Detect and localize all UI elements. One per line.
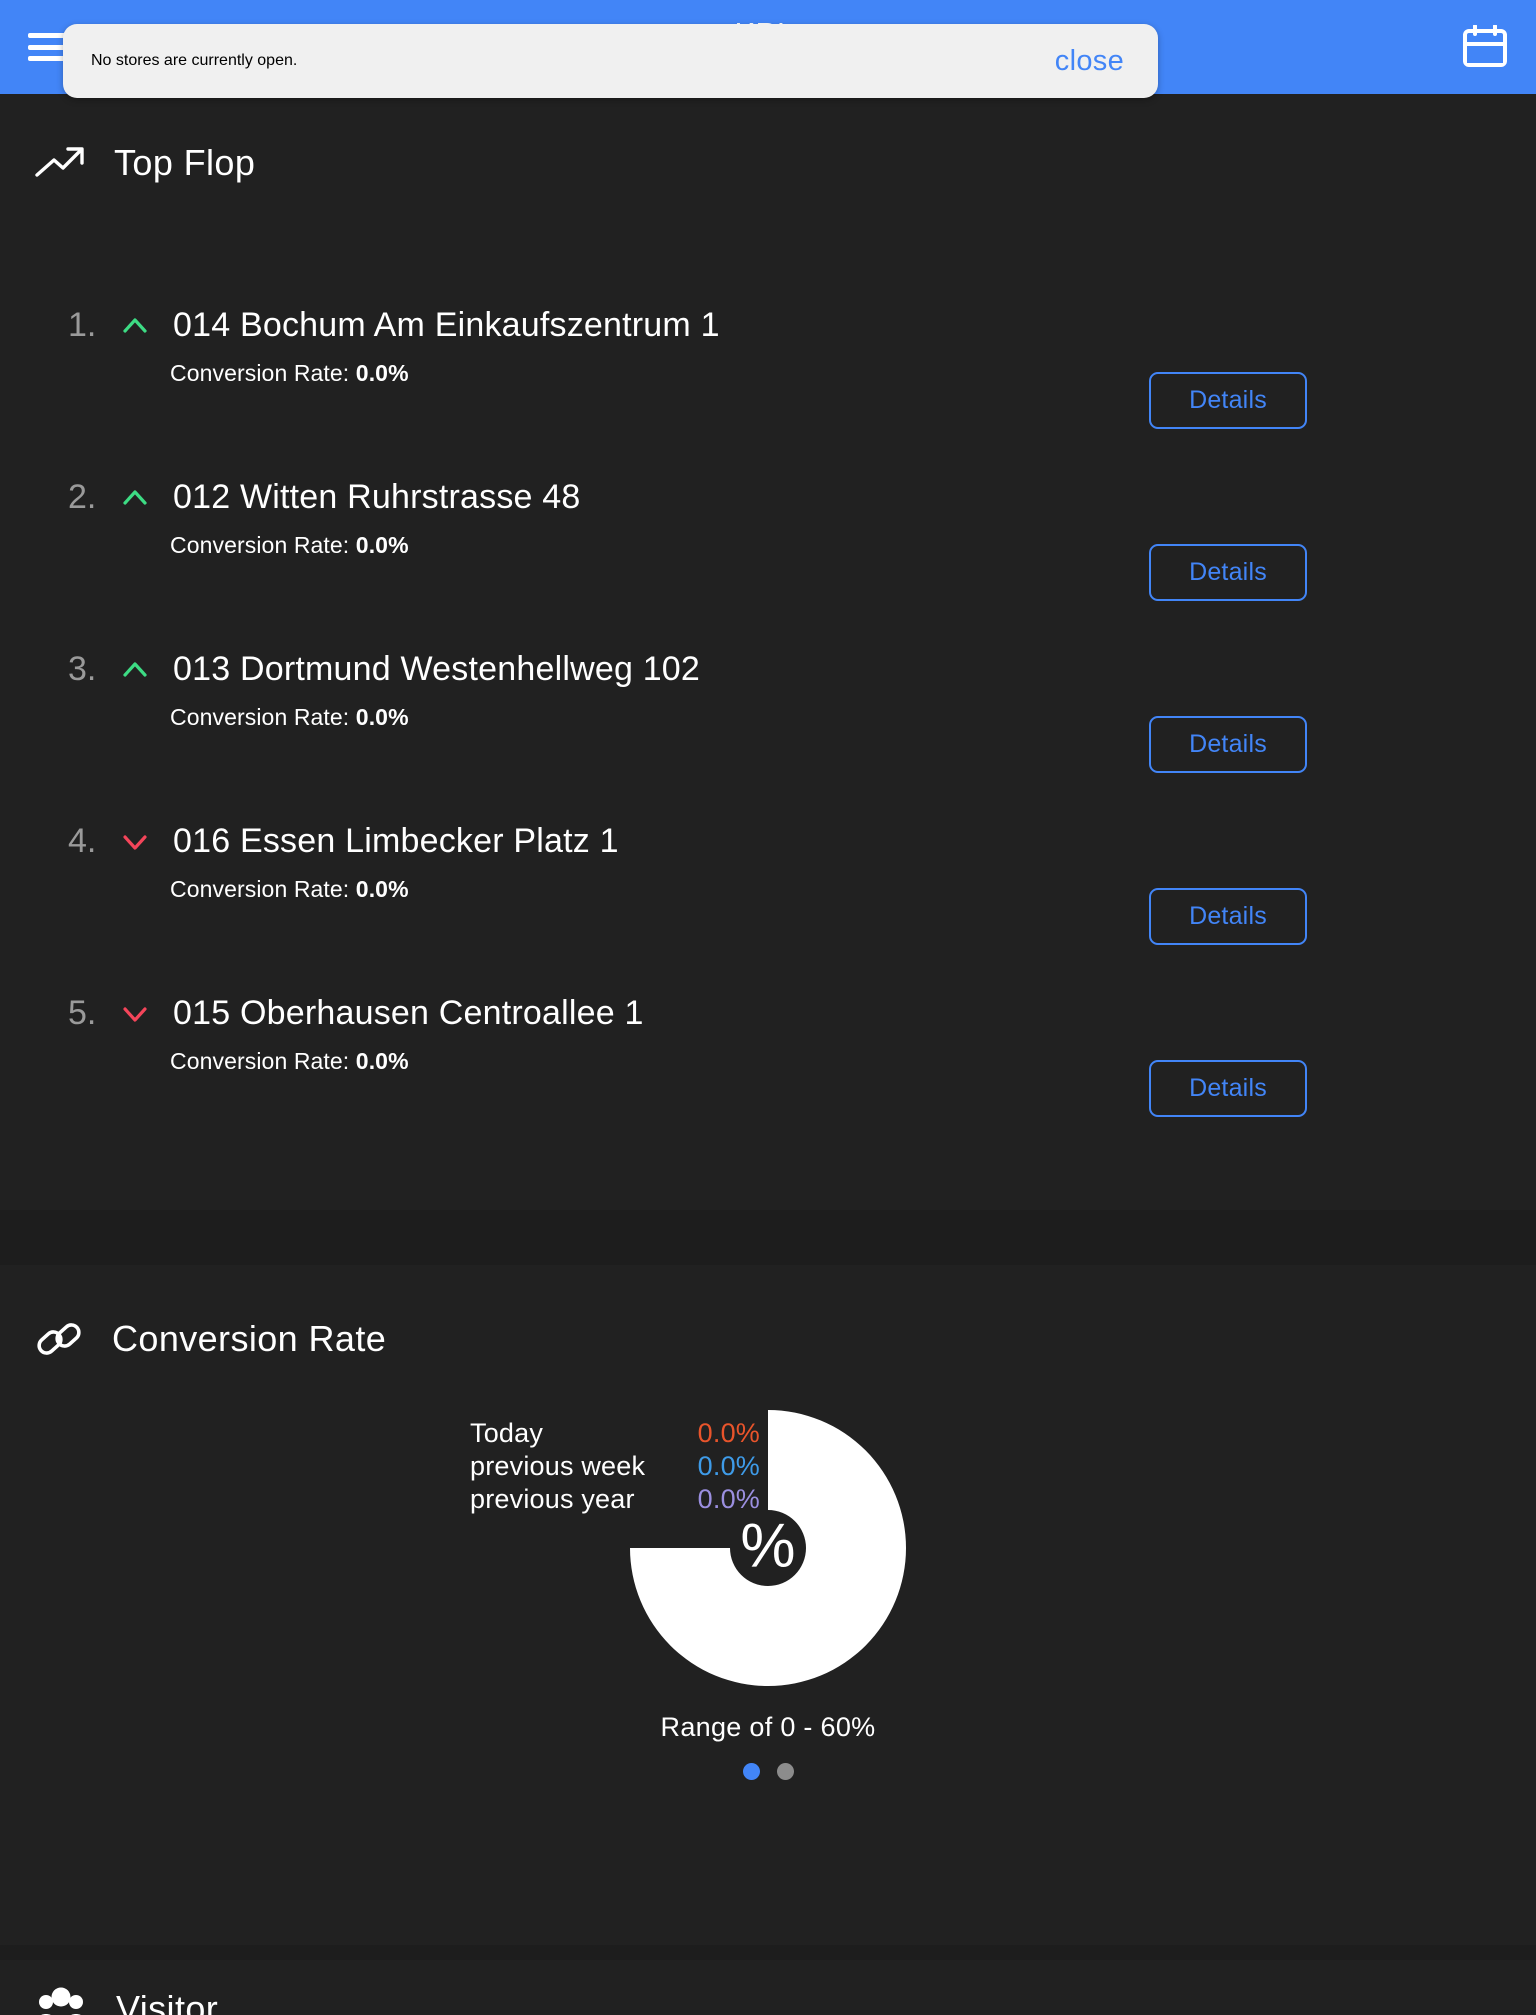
rank-number: 4. (68, 822, 97, 860)
top-flop-card: Top Flop 1. 014 Bochum Am Einkaufszentrum… (0, 94, 1536, 1210)
metric-label: Conversion Rate: (170, 1048, 356, 1074)
trend-down-chevron-icon (112, 833, 158, 851)
snackbar-notification: No stores are currently open. close (63, 24, 1158, 98)
gauge-legend-label: previous week (470, 1451, 646, 1481)
gauge-range-label: Range of 0 - 60% (660, 1712, 876, 1742)
top-flop-header: Top Flop (0, 94, 1536, 184)
gauge-legend-value: 0.0% (697, 1418, 760, 1448)
snackbar-close-button[interactable]: close (1055, 45, 1124, 78)
rank-number: 2. (68, 478, 97, 516)
details-button[interactable]: Details (1149, 544, 1307, 601)
gauge-center-percent-symbol: % (740, 1511, 795, 1580)
conversion-rate-header: Conversion Rate (0, 1265, 1536, 1363)
calendar-icon[interactable] (1462, 24, 1508, 69)
store-name: 012 Witten Ruhrstrasse 48 (173, 478, 581, 516)
link-chain-icon (37, 1323, 81, 1355)
trend-up-chevron-icon (112, 317, 158, 335)
kpi-dashboard-screen: KPIs No stores are currently open. close… (0, 0, 1536, 2015)
gauge-legend-row: previous week 0.0% (470, 1451, 760, 1482)
metric-value: 0.0% (355, 532, 409, 558)
top-flop-list-item: 4. 016 Essen Limbecker Platz 1 Conversion … (0, 822, 1536, 994)
metric-label: Conversion Rate: (170, 704, 356, 730)
top-flop-list-item: 5. 015 Oberhausen Centroallee 1 Conversion… (0, 994, 1536, 1166)
conversion-rate-gauge-area: % Today 0.0% previous week 0.0% previous yea… (0, 1398, 1536, 1918)
store-name: 013 Dortmund Westenhellweg 102 (173, 650, 701, 688)
conversion-rate-title: Conversion Rate (112, 1318, 387, 1359)
rank-number: 1. (68, 306, 97, 344)
trend-up-chevron-icon (112, 661, 158, 679)
details-button[interactable]: Details (1149, 1060, 1307, 1117)
metric-value: 0.0% (355, 360, 409, 386)
top-flop-title: Top Flop (114, 142, 256, 183)
gauge-stage: % Today 0.0% previous week 0.0% previous yea… (0, 1398, 1536, 1698)
top-flop-list-item: 3. 013 Dortmund Westenhellweg 102 Conversi… (0, 650, 1536, 822)
gauge-legend: Today 0.0% previous week 0.0% previous year 0… (470, 1418, 760, 1515)
gauge-legend-value: 0.0% (697, 1451, 760, 1481)
gauge-legend-row: previous year 0.0% (470, 1484, 760, 1515)
metric-label: Conversion Rate: (170, 360, 356, 386)
metric-label: Conversion Rate: (170, 532, 356, 558)
calendar-glyph (1463, 24, 1507, 67)
carousel-dot[interactable] (742, 1763, 760, 1780)
metric-value: 0.0% (355, 704, 409, 730)
trending-up-icon (35, 147, 84, 177)
snackbar-message: No stores are currently open. (91, 52, 298, 69)
gauge-legend-value: 0.0% (697, 1484, 760, 1514)
top-flop-list-item: 1. 014 Bochum Am Einkaufszentrum 1 Convers… (0, 306, 1536, 478)
store-name: 014 Bochum Am Einkaufszentrum 1 (173, 306, 720, 344)
rank-number: 3. (68, 650, 97, 688)
details-button[interactable]: Details (1149, 716, 1307, 773)
store-name: 016 Essen Limbecker Platz 1 (173, 822, 619, 860)
gauge-legend-row: Today 0.0% (470, 1418, 760, 1449)
people-group-icon (39, 1987, 83, 2015)
visitor-title: Visitor (116, 1988, 219, 2015)
visitor-header: Visitor (0, 1960, 1536, 2015)
carousel-dot[interactable] (776, 1763, 794, 1780)
details-button[interactable]: Details (1149, 888, 1307, 945)
trend-down-chevron-icon (112, 1005, 158, 1023)
top-flop-list-item: 2. 012 Witten Ruhrstrasse 48 Conversion Ra… (0, 478, 1536, 650)
gauge-legend-label: Today (470, 1418, 544, 1448)
metric-label: Conversion Rate: (170, 876, 356, 902)
trend-up-chevron-icon (112, 489, 158, 507)
visitor-card: Visitor (0, 1960, 1536, 2015)
store-name: 015 Oberhausen Centroallee 1 (173, 994, 644, 1032)
carousel-pagination (0, 1763, 1536, 1780)
metric-value: 0.0% (355, 876, 409, 902)
rank-number: 5. (68, 994, 97, 1032)
details-button[interactable]: Details (1149, 372, 1307, 429)
gauge-legend-label: previous year (470, 1484, 635, 1514)
metric-value: 0.0% (355, 1048, 409, 1074)
top-flop-list: 1. 014 Bochum Am Einkaufszentrum 1 Convers… (0, 306, 1536, 1166)
